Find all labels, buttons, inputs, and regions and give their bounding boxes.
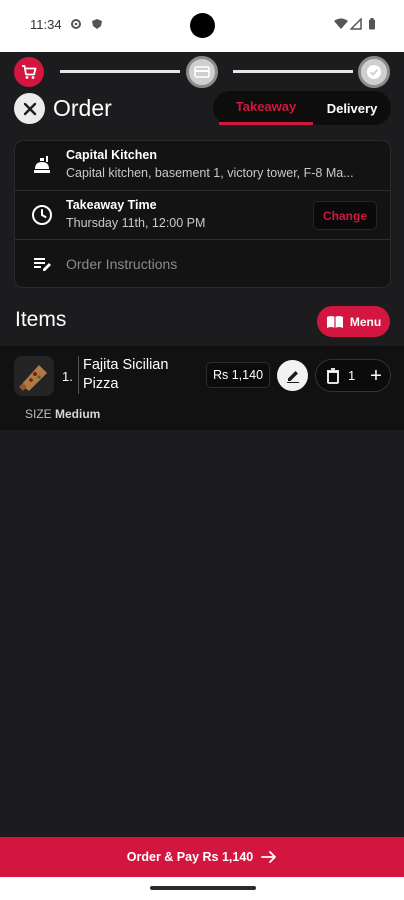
restaurant-address: Capital kitchen, basement 1, victory tow… <box>66 166 354 180</box>
step-connector <box>60 70 180 73</box>
step-payment[interactable] <box>186 56 218 88</box>
close-button[interactable] <box>14 93 45 124</box>
tab-takeaway[interactable]: Takeaway <box>219 91 313 125</box>
signal-icon <box>350 18 362 30</box>
item-name: Fajita Sicilian Pizza <box>78 356 196 394</box>
card-icon <box>194 66 210 78</box>
order-info-card: Capital Kitchen Capital kitchen, basemen… <box>14 140 391 288</box>
restaurant-name: Capital Kitchen <box>66 148 157 162</box>
wifi-icon <box>334 18 348 29</box>
step-cart[interactable] <box>14 57 44 87</box>
system-nav-bar <box>0 877 404 900</box>
order-screen: Order Takeaway Delivery Capital Kitchen … <box>0 52 404 837</box>
step-confirm[interactable] <box>358 56 390 88</box>
edit-item-button[interactable] <box>277 360 308 391</box>
shield-icon <box>92 19 102 29</box>
item-size-value: Medium <box>55 407 101 421</box>
change-time-button[interactable]: Change <box>313 201 377 230</box>
order-and-pay-button[interactable]: Order & Pay Rs 1,140 <box>0 837 404 877</box>
quantity-stepper: 1 + <box>315 359 391 392</box>
takeaway-time-row: Takeaway Time Thursday 11th, 12:00 PM Ch… <box>15 190 390 239</box>
order-instructions-row[interactable]: Order Instructions <box>15 239 390 288</box>
camera-cutout <box>190 13 215 38</box>
tab-delivery[interactable]: Delivery <box>317 91 387 125</box>
check-icon <box>367 65 381 79</box>
clock-icon <box>32 205 52 225</box>
item-number: 1. <box>62 369 73 384</box>
cart-icon <box>22 65 37 79</box>
pencil-icon <box>286 370 299 383</box>
order-instructions-input[interactable]: Order Instructions <box>66 256 177 272</box>
step-connector <box>233 70 353 73</box>
item-size: SIZE Medium <box>25 407 100 421</box>
status-time: 11:34 <box>30 17 62 32</box>
cart-item: 1. Fajita Sicilian Pizza Rs 1,140 1 + SI… <box>0 346 404 430</box>
item-price: Rs 1,140 <box>206 362 270 388</box>
items-heading: Items <box>15 308 67 331</box>
item-thumbnail <box>14 356 54 396</box>
trash-icon[interactable] <box>324 367 342 385</box>
order-and-pay-label: Order & Pay Rs 1,140 <box>126 850 254 864</box>
page-title: Order <box>53 95 112 121</box>
order-type-toggle: Takeaway Delivery <box>213 91 391 125</box>
increase-quantity-button[interactable]: + <box>366 365 386 387</box>
takeaway-time-label: Takeaway Time <box>66 198 157 212</box>
restaurant-row[interactable]: Capital Kitchen Capital kitchen, basemen… <box>15 141 390 190</box>
menu-button-label: Menu <box>349 314 382 329</box>
close-icon <box>23 102 36 115</box>
item-size-label: SIZE <box>25 407 52 421</box>
status-bar: 11:34 <box>0 0 404 52</box>
pizza-image <box>19 365 47 391</box>
battery-icon <box>369 18 375 30</box>
home-indicator[interactable] <box>150 886 256 890</box>
arrow-right-icon <box>261 851 277 863</box>
settings-icon <box>71 19 81 29</box>
book-icon <box>326 315 343 328</box>
quantity-value: 1 <box>348 368 356 383</box>
restaurant-icon <box>34 156 50 173</box>
menu-button[interactable]: Menu <box>317 306 390 337</box>
notes-edit-icon <box>34 258 51 271</box>
